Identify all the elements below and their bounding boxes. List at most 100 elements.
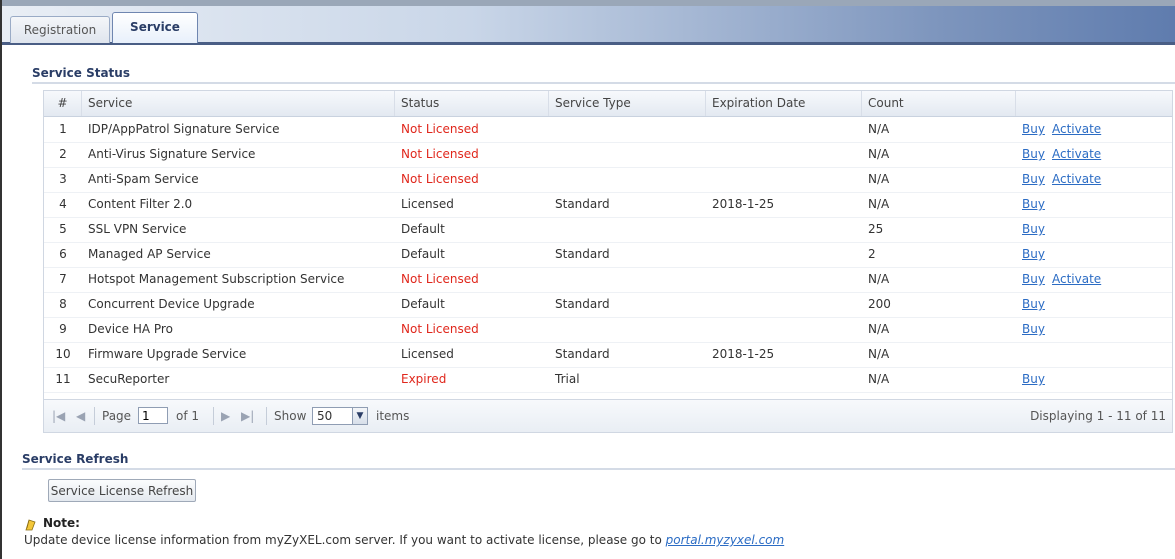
table-row[interactable]: 3 Anti-Spam Service Not Licensed N/A Buy Acti… [44,167,1172,193]
table-row[interactable]: 7 Hotspot Management Subscription Service… [44,267,1172,293]
note-icon [25,519,36,531]
section-divider [32,82,1175,84]
buy-link[interactable]: Buy [1022,367,1045,392]
service-name: Managed AP Service [88,247,211,261]
table-row[interactable]: 9 Device HA Pro Not Licensed N/A Buy [44,317,1172,343]
column-header-number[interactable]: # [44,91,82,116]
table-row[interactable]: 5 SSL VPN Service Default 25 Buy [44,217,1172,243]
pager-separator [213,407,214,425]
service-refresh-title: Service Refresh [22,452,129,466]
portal-link[interactable]: portal.myzyxel.com [666,533,785,547]
service-status: Not Licensed [401,172,479,186]
first-page-icon[interactable]: |◀ [52,400,65,432]
pagination-bar: |◀ ◀ Page of 1 ▶ ▶| Show 50 ▼ items Disp… [44,399,1172,432]
service-status: Not Licensed [401,122,479,136]
page-label: Page [102,409,132,423]
service-count: N/A [868,122,890,136]
note-body: Update device license information from m… [24,533,662,547]
buy-link[interactable]: Buy [1022,192,1045,217]
items-per-page-select[interactable]: 50 ▼ [312,407,368,425]
service-status: Not Licensed [401,147,479,161]
page-number-input[interactable] [138,407,168,424]
buy-link[interactable]: Buy [1022,167,1045,192]
row-number: 11 [55,372,71,386]
service-status: Not Licensed [401,322,479,336]
service-type: Standard [555,197,610,211]
activate-link[interactable]: Activate [1052,167,1101,192]
chevron-down-icon[interactable]: ▼ [352,408,367,424]
page-count-label: of 1 [176,409,200,423]
service-count: N/A [868,322,890,336]
column-header-status[interactable]: Status [395,91,549,116]
activate-link[interactable]: Activate [1052,267,1101,292]
table-row[interactable]: 10 Firmware Upgrade Service Licensed Standa… [44,342,1172,368]
buy-link[interactable]: Buy [1022,292,1045,317]
tab-registration[interactable]: Registration [10,16,110,43]
last-page-icon[interactable]: ▶| [241,400,254,432]
page-left-border [0,0,2,559]
service-name: Anti-Spam Service [88,172,199,186]
service-name: Hotspot Management Subscription Service [88,272,345,286]
column-header-expiration-date[interactable]: Expiration Date [706,91,862,116]
buy-link[interactable]: Buy [1022,117,1045,142]
items-per-page-value: 50 [317,409,333,423]
service-status-table: # Service Status Service Type Expiration… [43,90,1173,433]
next-page-icon[interactable]: ▶ [221,400,230,432]
service-status: Licensed [401,347,454,361]
table-header: # Service Status Service Type Expiration… [44,91,1172,117]
table-row[interactable]: 6 Managed AP Service Default Standard 2 Buy [44,242,1172,268]
service-type: Standard [555,247,610,261]
service-status: Not Licensed [401,272,479,286]
service-name: Content Filter 2.0 [88,197,193,211]
note-text: Update device license information from m… [24,533,784,547]
column-header-service-type[interactable]: Service Type [549,91,706,116]
buy-link[interactable]: Buy [1022,142,1045,167]
service-license-refresh-button[interactable]: Service License Refresh [48,479,196,502]
activate-link[interactable]: Activate [1052,117,1101,142]
row-number: 6 [59,247,67,261]
row-number: 9 [59,322,67,336]
expiration-date: 2018-1-25 [712,197,775,211]
row-number: 5 [59,222,67,236]
service-name: Device HA Pro [88,322,173,336]
column-header-service[interactable]: Service [82,91,395,116]
table-row[interactable]: 1 IDP/AppPatrol Signature Service Not Lice… [44,117,1172,143]
row-number: 3 [59,172,67,186]
service-type: Trial [555,372,580,386]
service-status: Licensed [401,197,454,211]
row-number: 4 [59,197,67,211]
pager-separator [94,407,95,425]
service-status: Default [401,222,445,236]
expiration-date: 2018-1-25 [712,347,775,361]
service-type: Standard [555,297,610,311]
tab-bar: Registration Service [2,0,1175,46]
row-number: 8 [59,297,67,311]
pager-separator [266,407,267,425]
tab-service[interactable]: Service [112,12,198,43]
service-count: N/A [868,147,890,161]
buy-link[interactable]: Buy [1022,267,1045,292]
activate-link[interactable]: Activate [1052,142,1101,167]
service-name: IDP/AppPatrol Signature Service [88,122,280,136]
service-page: Registration Service Service Status # Se… [0,0,1175,559]
show-label: Show [274,409,307,423]
buy-link[interactable]: Buy [1022,317,1045,342]
buy-link[interactable]: Buy [1022,242,1045,267]
service-count: N/A [868,372,890,386]
service-status: Default [401,297,445,311]
column-header-count[interactable]: Count [862,91,1016,116]
table-row[interactable]: 8 Concurrent Device Upgrade Default Standar… [44,292,1172,318]
column-header-actions [1016,91,1172,116]
service-count: 25 [868,222,884,236]
display-range-text: Displaying 1 - 11 of 11 [1030,409,1166,423]
row-number: 2 [59,147,67,161]
service-status: Default [401,247,445,261]
table-row[interactable]: 11 SecuReporter Expired Trial N/A Buy [44,367,1172,393]
service-count: N/A [868,172,890,186]
buy-link[interactable]: Buy [1022,217,1045,242]
table-row[interactable]: 2 Anti-Virus Signature Service Not License… [44,142,1172,168]
service-status-title: Service Status [32,66,130,80]
previous-page-icon[interactable]: ◀ [76,400,85,432]
table-row[interactable]: 4 Content Filter 2.0 Licensed Standard 2018-… [44,192,1172,218]
service-count: N/A [868,347,890,361]
